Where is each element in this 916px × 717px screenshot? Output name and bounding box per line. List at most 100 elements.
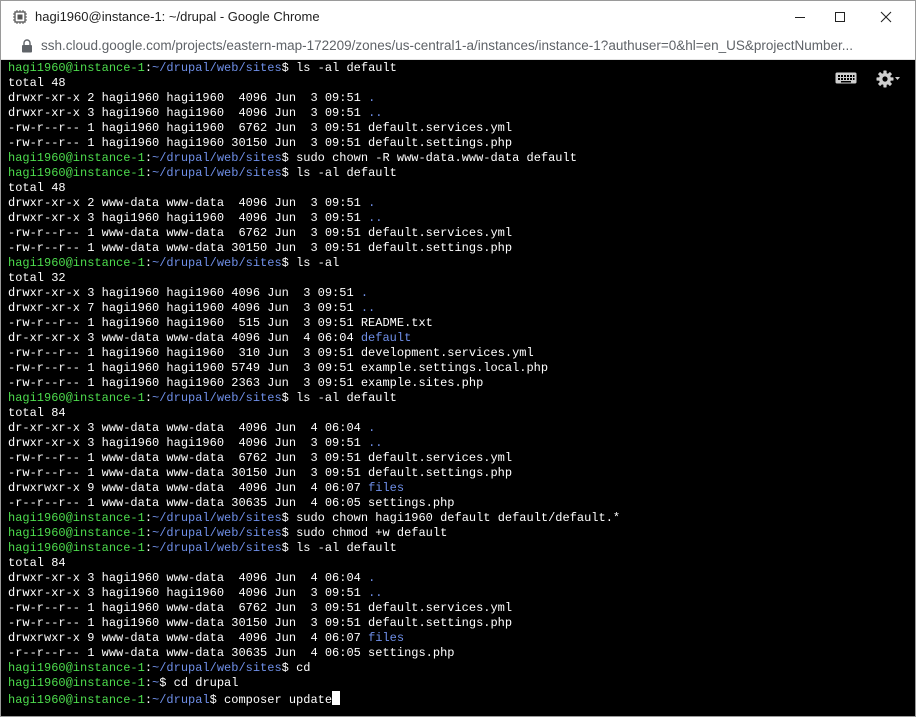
terminal-output-line: drwxr-xr-x 3 hagi1960 www-data 4096 Jun … <box>8 571 620 586</box>
command-text: sudo chown hagi1960 default default/defa… <box>296 511 621 525</box>
keyboard-icon[interactable] <box>835 70 857 86</box>
prompt-separator: : <box>144 166 153 180</box>
prompt-separator: : <box>144 391 153 405</box>
prompt-path: ~/drupal/web/sites <box>152 661 282 675</box>
output-text: drwxr-xr-x 3 hagi1960 hagi1960 4096 Jun … <box>8 106 369 120</box>
command-text: ls -al default <box>296 166 397 180</box>
directory-name: . <box>368 421 376 435</box>
terminal-command-line: hagi1960@instance-1:~/drupal/web/sites$ … <box>8 661 620 676</box>
prompt-separator: : <box>144 511 153 525</box>
terminal-command-line: hagi1960@instance-1:~/drupal$ composer u… <box>8 691 620 707</box>
terminal-output-line: -rw-r--r-- 1 hagi1960 hagi1960 2363 Jun … <box>8 376 620 391</box>
terminal-output-line: drwxr-xr-x 2 hagi1960 hagi1960 4096 Jun … <box>8 91 620 106</box>
output-text: drwxr-xr-x 3 hagi1960 www-data 4096 Jun … <box>8 571 369 585</box>
command-text: ls -al default <box>296 541 397 555</box>
output-text: drwxr-xr-x 2 hagi1960 hagi1960 4096 Jun … <box>8 91 369 105</box>
close-icon <box>880 11 892 23</box>
prompt-user: hagi1960@instance-1 <box>8 541 145 555</box>
terminal-output-line: -rw-r--r-- 1 www-data www-data 30150 Jun… <box>8 241 620 256</box>
prompt-user: hagi1960@instance-1 <box>8 511 145 525</box>
terminal-output-line: drwxrwxr-x 9 www-data www-data 4096 Jun … <box>8 481 620 496</box>
url-text[interactable]: ssh.cloud.google.com/projects/eastern-ma… <box>41 38 901 53</box>
output-text: drwxr-xr-x 3 hagi1960 hagi1960 4096 Jun … <box>8 286 361 300</box>
prompt-symbol: $ <box>281 166 297 180</box>
browser-window: hagi1960@instance-1: ~/drupal - Google C… <box>0 0 916 717</box>
directory-name: . <box>368 571 376 585</box>
prompt-symbol: $ <box>281 151 297 165</box>
output-text: -rw-r--r-- 1 hagi1960 www-data 30150 Jun… <box>8 616 513 630</box>
command-text: cd <box>296 661 311 675</box>
close-button[interactable] <box>863 1 909 33</box>
terminal-screen[interactable]: hagi1960@instance-1:~/drupal/web/sites$ … <box>1 60 915 716</box>
output-text: -rw-r--r-- 1 hagi1960 hagi1960 5749 Jun … <box>8 361 549 375</box>
terminal-command-line: hagi1960@instance-1:~/drupal/web/sites$ … <box>8 61 620 76</box>
title-bar[interactable]: hagi1960@instance-1: ~/drupal - Google C… <box>1 1 915 33</box>
terminal-output-line: drwxr-xr-x 2 www-data www-data 4096 Jun … <box>8 196 620 211</box>
prompt-separator: : <box>144 676 153 690</box>
output-text: -rw-r--r-- 1 hagi1960 www-data 6762 Jun … <box>8 601 513 615</box>
directory-name: .. <box>368 586 383 600</box>
terminal-output-line: drwxr-xr-x 3 hagi1960 hagi1960 4096 Jun … <box>8 106 620 121</box>
gear-icon[interactable] <box>875 68 901 90</box>
prompt-symbol: $ <box>159 676 174 690</box>
terminal-output-line: total 48 <box>8 181 620 196</box>
prompt-user: hagi1960@instance-1 <box>8 676 145 690</box>
terminal-command-line: hagi1960@instance-1:~/drupal/web/sites$ … <box>8 511 620 526</box>
output-text: total 48 <box>8 76 66 90</box>
terminal-output-line: -rw-r--r-- 1 hagi1960 www-data 30150 Jun… <box>8 616 620 631</box>
prompt-separator: : <box>144 526 153 540</box>
prompt-user: hagi1960@instance-1 <box>8 693 145 707</box>
command-text: sudo chmod +w default <box>296 526 448 540</box>
prompt-separator: : <box>144 256 153 270</box>
prompt-symbol: $ <box>281 526 297 540</box>
terminal-output-line: drwxr-xr-x 3 hagi1960 hagi1960 4096 Jun … <box>8 436 620 451</box>
output-text: -rw-r--r-- 1 hagi1960 hagi1960 2363 Jun … <box>8 376 484 390</box>
terminal-command-line: hagi1960@instance-1:~/drupal/web/sites$ … <box>8 166 620 181</box>
terminal-command-line: hagi1960@instance-1:~/drupal/web/sites$ … <box>8 526 620 541</box>
prompt-path: ~/drupal/web/sites <box>152 256 282 270</box>
prompt-user: hagi1960@instance-1 <box>8 256 145 270</box>
terminal-output-line: -r--r--r-- 1 www-data www-data 30635 Jun… <box>8 496 620 511</box>
output-text: -rw-r--r-- 1 www-data www-data 6762 Jun … <box>8 451 513 465</box>
prompt-user: hagi1960@instance-1 <box>8 391 145 405</box>
terminal-output-line: total 84 <box>8 556 620 571</box>
address-bar[interactable]: ssh.cloud.google.com/projects/eastern-ma… <box>1 33 915 60</box>
prompt-path: ~/drupal/web/sites <box>152 151 282 165</box>
output-text: drwxr-xr-x 3 hagi1960 hagi1960 4096 Jun … <box>8 436 369 450</box>
output-text: -rw-r--r-- 1 www-data www-data 6762 Jun … <box>8 226 513 240</box>
output-text: drwxr-xr-x 3 hagi1960 hagi1960 4096 Jun … <box>8 211 369 225</box>
output-text: drwxrwxr-x 9 www-data www-data 4096 Jun … <box>8 481 369 495</box>
output-text: -r--r--r-- 1 www-data www-data 30635 Jun… <box>8 496 455 510</box>
output-text: total 32 <box>8 271 66 285</box>
directory-name: files <box>368 631 405 645</box>
directory-name: .. <box>368 436 383 450</box>
terminal-output-line: drwxr-xr-x 3 hagi1960 hagi1960 4096 Jun … <box>8 586 620 601</box>
terminal-output-line: -rw-r--r-- 1 www-data www-data 6762 Jun … <box>8 226 620 241</box>
prompt-symbol: $ <box>281 541 297 555</box>
terminal-command-line: hagi1960@instance-1:~/drupal/web/sites$ … <box>8 256 620 271</box>
prompt-separator: : <box>144 693 153 707</box>
terminal-output-line: drwxrwxr-x 9 www-data www-data 4096 Jun … <box>8 631 620 646</box>
terminal-output-line: -rw-r--r-- 1 hagi1960 hagi1960 515 Jun 3… <box>8 316 620 331</box>
terminal-output-line: drwxr-xr-x 7 hagi1960 hagi1960 4096 Jun … <box>8 301 620 316</box>
prompt-path: ~/drupal/web/sites <box>152 541 282 555</box>
terminal-app-icon <box>13 10 27 24</box>
terminal-output-line: drwxr-xr-x 3 hagi1960 hagi1960 4096 Jun … <box>8 286 620 301</box>
terminal-output-line: dr-xr-xr-x 3 www-data www-data 4096 Jun … <box>8 331 620 346</box>
output-text: -rw-r--r-- 1 www-data www-data 30150 Jun… <box>8 241 513 255</box>
terminal-output-line: total 48 <box>8 76 620 91</box>
prompt-symbol: $ <box>281 256 297 270</box>
output-text: dr-xr-xr-x 3 www-data www-data 4096 Jun … <box>8 331 361 345</box>
prompt-user: hagi1960@instance-1 <box>8 661 145 675</box>
directory-name: . <box>368 91 376 105</box>
directory-name: files <box>368 481 405 495</box>
prompt-symbol: $ <box>209 693 225 707</box>
prompt-separator: : <box>144 661 153 675</box>
directory-name: . <box>368 196 376 210</box>
output-text: total 84 <box>8 556 66 570</box>
command-text: ls -al <box>296 256 340 270</box>
maximize-button[interactable] <box>817 1 863 33</box>
prompt-separator: : <box>144 541 153 555</box>
prompt-path: ~/drupal/web/sites <box>152 391 282 405</box>
prompt-separator: : <box>144 151 153 165</box>
